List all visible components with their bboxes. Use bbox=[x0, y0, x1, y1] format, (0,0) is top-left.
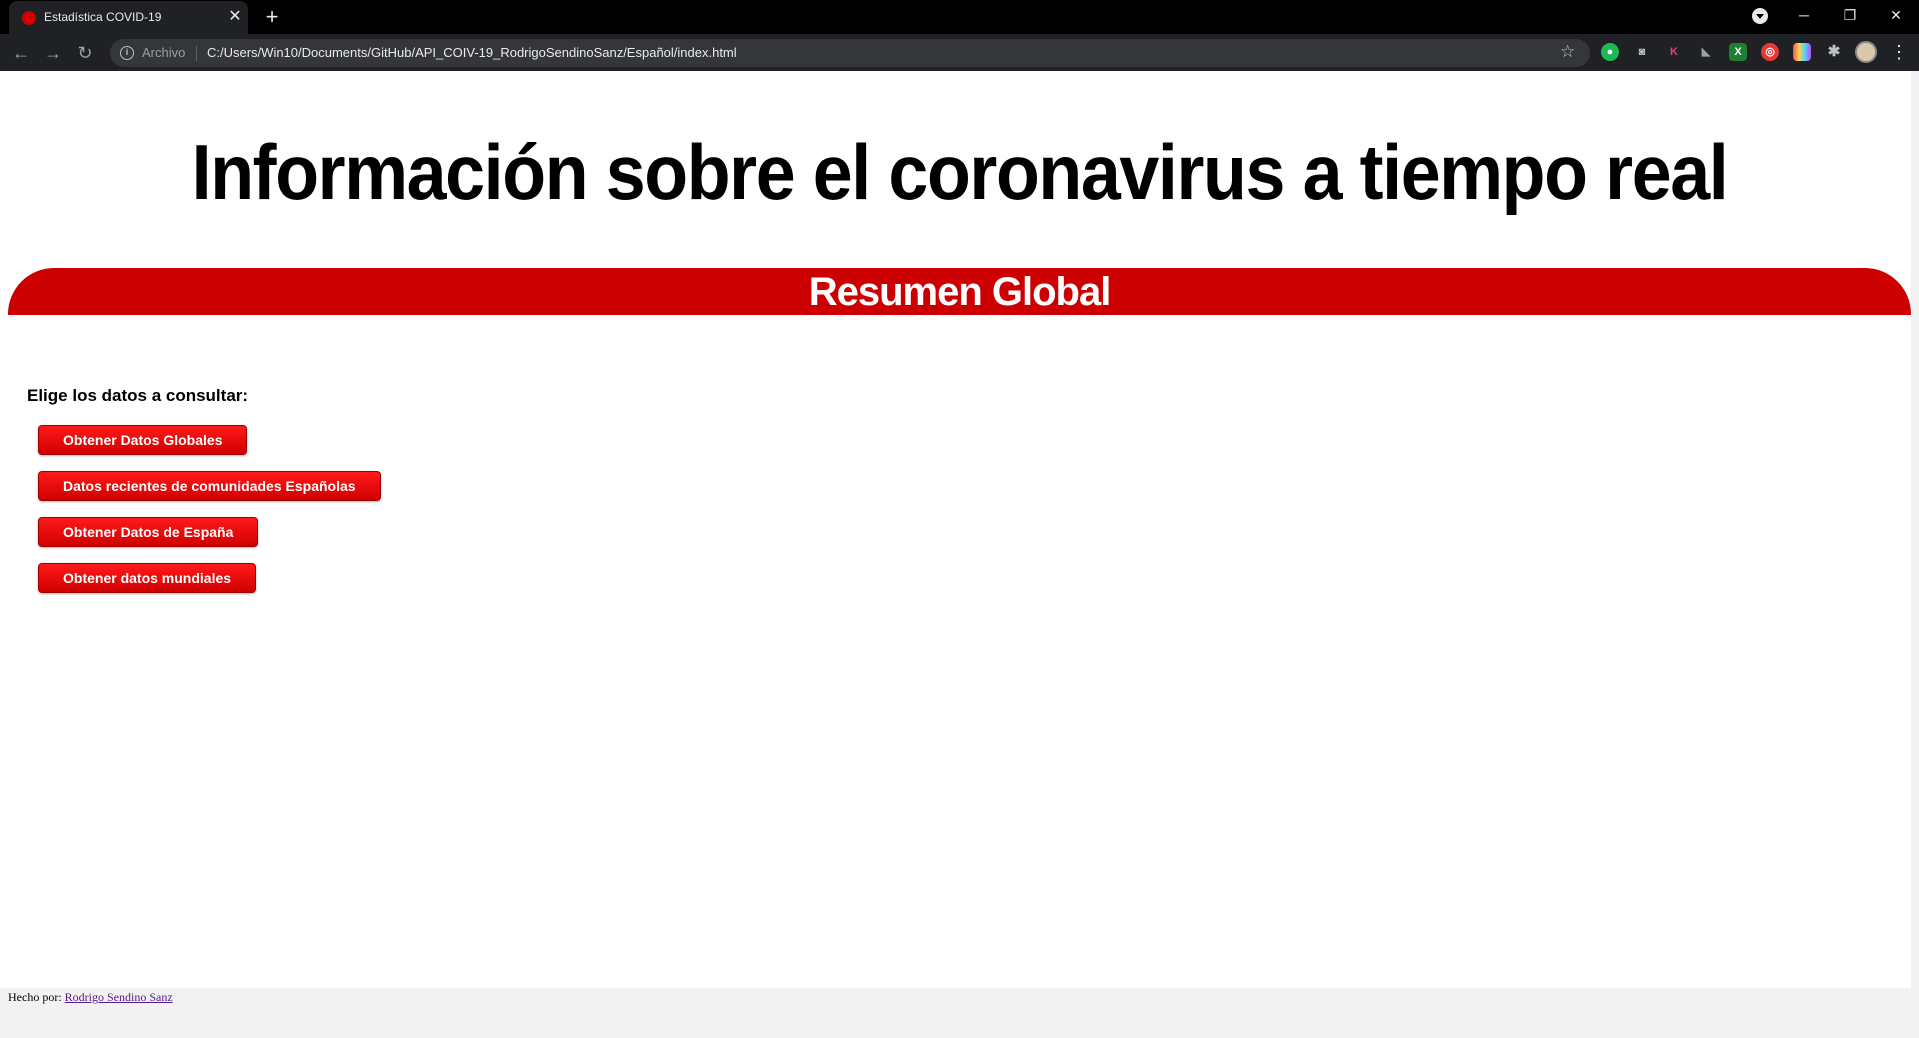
restore-icon[interactable]: ❐ bbox=[1827, 0, 1873, 34]
excel-extension-icon[interactable]: X bbox=[1729, 43, 1747, 61]
spain-data-button[interactable]: Obtener Datos de España bbox=[38, 517, 259, 547]
tab-title: Estadística COVID-19 bbox=[44, 10, 162, 24]
tab-close-icon[interactable]: ✕ bbox=[225, 7, 245, 27]
footer: Hecho por: Rodrigo Sendino Sanz bbox=[8, 990, 173, 1005]
browser-tab-bar: Estadística COVID-19 ✕ + ─ ❐ ✕ bbox=[0, 0, 1919, 34]
extension-green-icon[interactable]: ● bbox=[1601, 43, 1619, 61]
favicon-icon bbox=[22, 11, 36, 25]
info-icon[interactable]: i bbox=[120, 46, 134, 60]
author-link[interactable]: Rodrigo Sendino Sanz bbox=[65, 990, 173, 1004]
color-extension-icon[interactable] bbox=[1793, 43, 1811, 61]
section-header: Resumen Global bbox=[8, 268, 1911, 315]
address-bar[interactable]: i Archivo C:/Users/Win10/Documents/GitHu… bbox=[110, 39, 1590, 67]
close-window-icon[interactable]: ✕ bbox=[1873, 0, 1919, 34]
reload-icon[interactable]: ↻ bbox=[72, 40, 98, 66]
bookmark-star-icon[interactable]: ☆ bbox=[1560, 42, 1575, 62]
url-text[interactable]: C:/Users/Win10/Documents/GitHub/API_COIV… bbox=[207, 45, 737, 60]
data-prompt-label: Elige los datos a consultar: bbox=[27, 386, 249, 405]
tag-extension-icon[interactable]: ◣ bbox=[1697, 43, 1715, 61]
minimize-icon[interactable]: ─ bbox=[1781, 0, 1827, 34]
global-data-button[interactable]: Obtener Datos Globales bbox=[38, 425, 248, 455]
page-viewport: Información sobre el coronavirus a tiemp… bbox=[0, 71, 1919, 1038]
world-data-button[interactable]: Obtener datos mundiales bbox=[38, 563, 257, 593]
camera-extension-icon[interactable]: ◙ bbox=[1633, 43, 1651, 61]
back-icon[interactable]: ← bbox=[8, 40, 34, 66]
page-body: Información sobre el coronavirus a tiemp… bbox=[0, 71, 1911, 988]
profile-avatar[interactable] bbox=[1855, 41, 1877, 63]
menu-dots-icon[interactable]: ⋮ bbox=[1890, 40, 1908, 64]
tab-search-icon[interactable] bbox=[1752, 8, 1768, 24]
footer-prefix: Hecho por: bbox=[8, 990, 62, 1004]
page-title: Información sobre el coronavirus a tiemp… bbox=[191, 128, 1729, 216]
browser-tab[interactable]: Estadística COVID-19 ✕ bbox=[9, 1, 248, 34]
browser-toolbar: ← → ↻ i Archivo C:/Users/Win10/Documents… bbox=[0, 34, 1919, 71]
k-extension-icon[interactable]: K bbox=[1665, 43, 1683, 61]
spanish-communities-button[interactable]: Datos recientes de comunidades Españolas bbox=[38, 471, 381, 501]
section-title: Resumen Global bbox=[808, 270, 1112, 314]
red-extension-icon[interactable]: ◎ bbox=[1761, 43, 1779, 61]
forward-icon[interactable]: → bbox=[40, 40, 66, 66]
new-tab-icon[interactable]: + bbox=[260, 5, 284, 29]
puzzle-extensions-icon[interactable]: ✱ bbox=[1825, 43, 1843, 61]
omnibox-separator bbox=[196, 46, 197, 61]
omnibox-label: Archivo bbox=[142, 45, 186, 60]
